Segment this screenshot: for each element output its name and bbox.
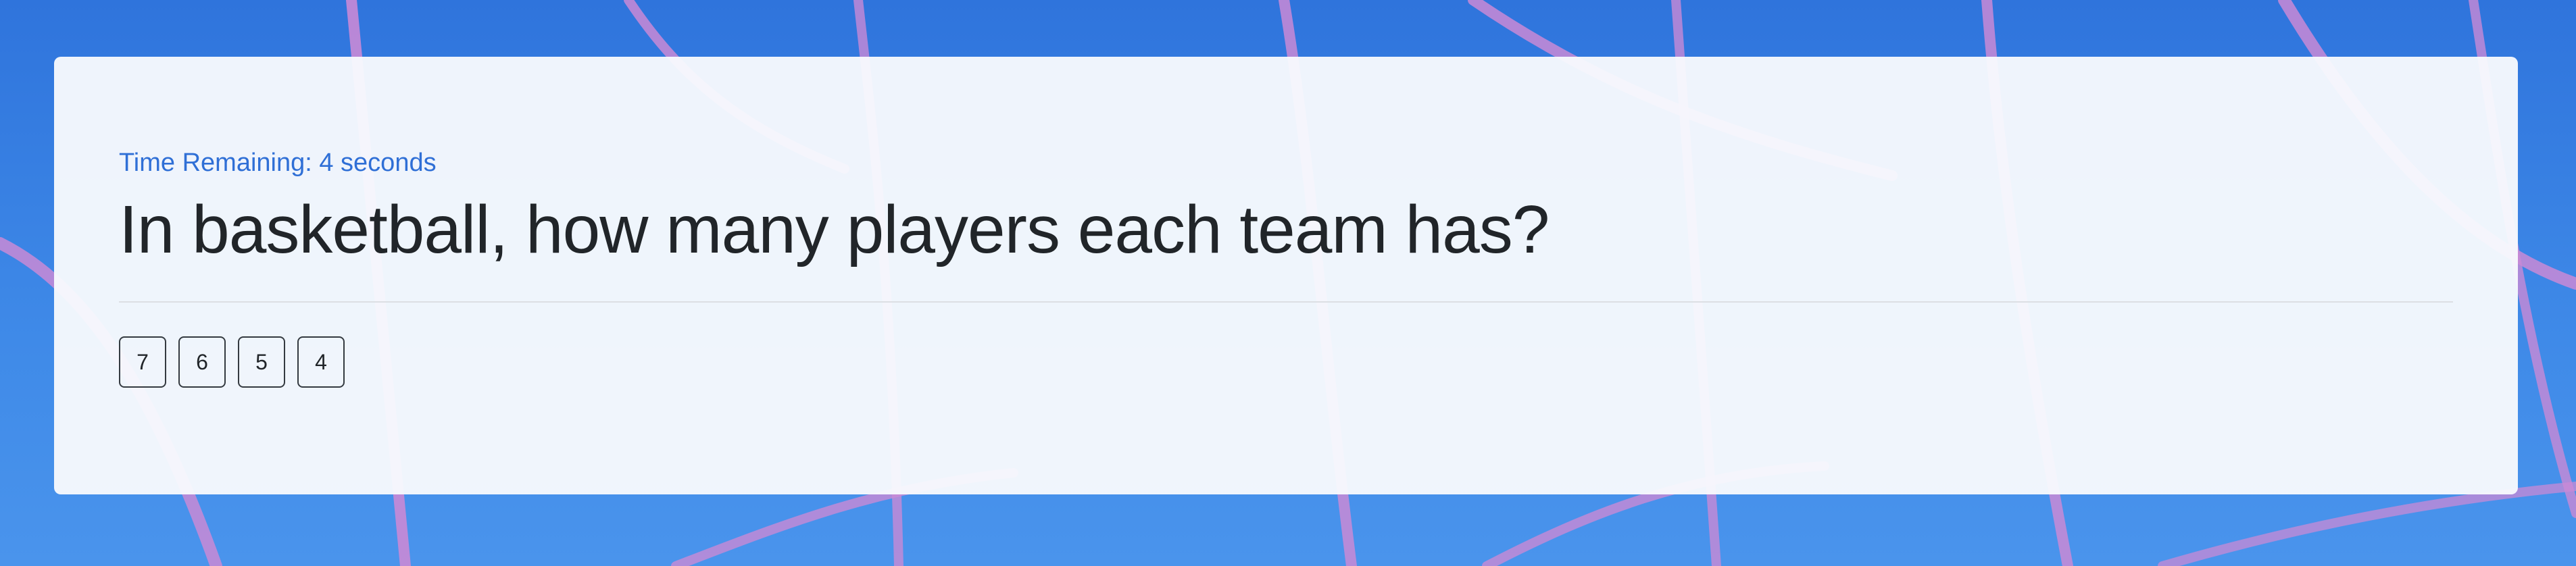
answer-button-6[interactable]: 6 (178, 336, 226, 388)
question-title: In basketball, how many players each tea… (119, 192, 1550, 267)
divider (119, 301, 2453, 303)
answer-button-5[interactable]: 5 (238, 336, 285, 388)
time-remaining-text: Time Remaining: 4 seconds (119, 149, 437, 177)
answer-button-4[interactable]: 4 (297, 336, 345, 388)
answer-button-7[interactable]: 7 (119, 336, 166, 388)
answer-options: 7 6 5 4 (119, 336, 345, 388)
question-card: Time Remaining: 4 seconds In basketball,… (54, 57, 2518, 494)
